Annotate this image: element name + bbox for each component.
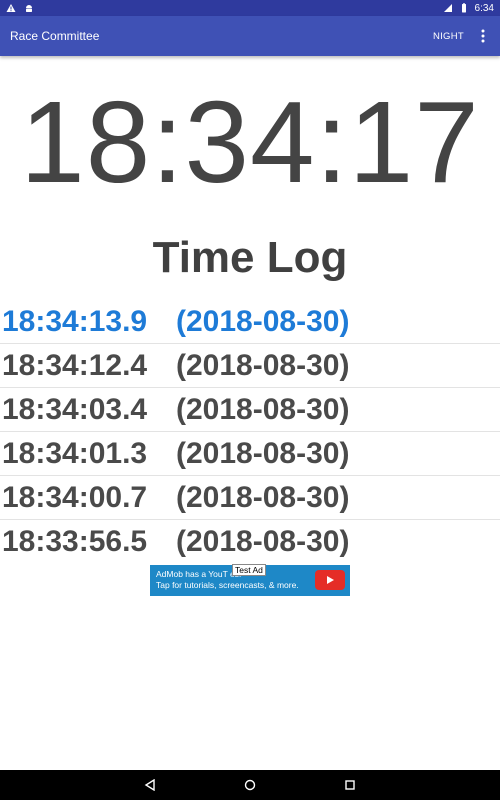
log-entry-date: (2018-08-30) [176,525,350,558]
youtube-play-icon [315,570,345,590]
battery-icon [461,3,466,13]
log-entry-time: 18:34:13.9 [2,304,148,338]
log-entry-time: 18:34:00.7 [2,480,148,514]
test-ad-label: Test Ad [232,564,266,576]
log-entry[interactable]: 18:34:01.3 (2018-08-30) [0,432,500,476]
back-button[interactable] [130,770,170,800]
back-icon [144,779,155,791]
log-entry-date: (2018-08-30) [176,480,350,514]
overflow-menu-button[interactable] [472,16,494,56]
log-entry[interactable]: 18:33:56.5 (2018-08-30) [0,520,500,564]
app-title: Race Committee [10,29,100,43]
ad-banner[interactable]: AdMob has a YouT es! Tap for tutorials, … [150,564,350,596]
log-entry-date: (2018-08-30) [176,392,350,426]
android-icon [26,5,32,12]
log-entry-time: 18:34:03.4 [2,392,148,426]
status-bar: 6:34 [0,0,500,16]
time-log-list: 18:34:13.9 (2018-08-30) 18:34:12.4 (2018… [0,300,500,564]
recents-button[interactable] [330,770,370,800]
recents-icon [345,780,355,790]
log-entry-date: (2018-08-30) [176,436,350,470]
lte-signal-icon [443,4,452,12]
night-mode-button[interactable]: NIGHT [425,25,472,48]
log-entry[interactable]: 18:34:03.4 (2018-08-30) [0,388,500,432]
home-button[interactable] [230,770,270,800]
app-bar: Race Committee NIGHT [0,16,500,56]
log-entry[interactable]: 18:34:12.4 (2018-08-30) [0,344,500,388]
log-entry[interactable]: 18:34:13.9 (2018-08-30) [0,300,500,344]
current-time-clock[interactable]: 18:34:17 [0,82,500,202]
log-entry-date: (2018-08-30) [176,304,350,338]
log-entry[interactable]: 18:34:00.7 (2018-08-30) [0,476,500,520]
log-entry-time: 18:34:01.3 [2,436,148,470]
warning-icon [6,4,16,12]
log-entry-date: (2018-08-30) [176,348,350,382]
status-time: 6:34 [474,2,494,14]
navigation-bar [0,770,500,800]
home-icon [244,779,256,791]
time-log-heading: Time Log [152,233,348,282]
more-vert-icon [481,29,485,43]
log-entry-time: 18:34:12.4 [2,348,148,382]
log-entry-time: 18:33:56.5 [2,525,148,558]
